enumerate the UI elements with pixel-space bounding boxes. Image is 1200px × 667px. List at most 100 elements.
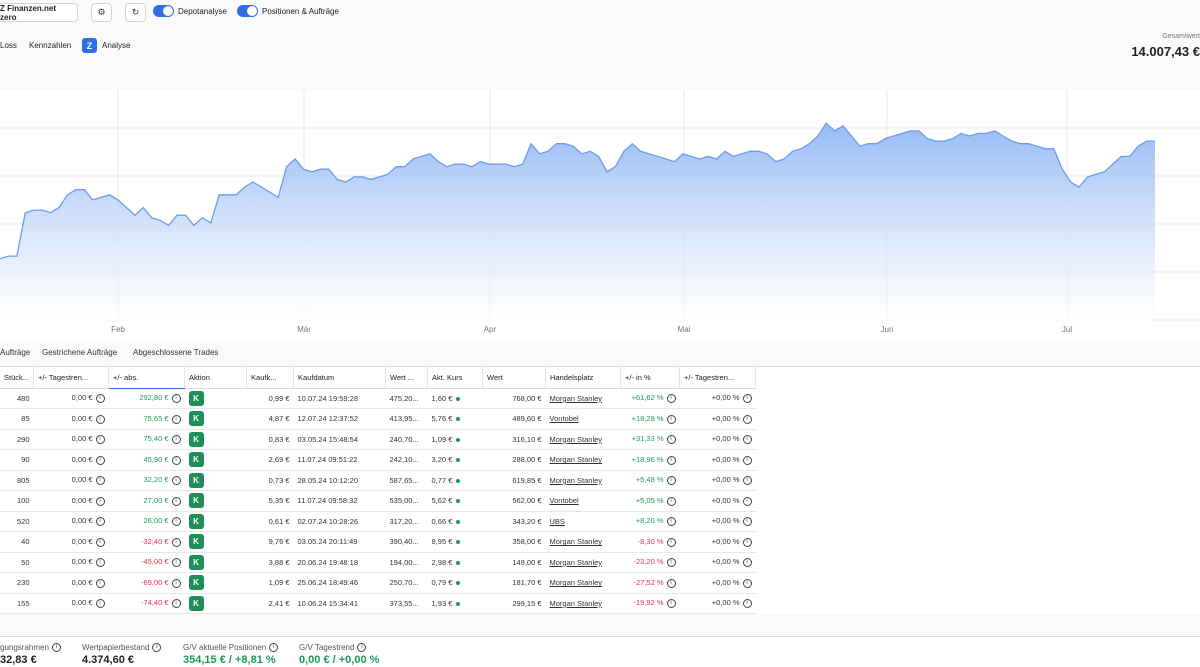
buy-button[interactable]: K [188, 513, 204, 529]
venue-link[interactable]: Morgan Stanley [550, 537, 603, 546]
table-row[interactable]: 155 0,00 € i -74,40 € i K 2,41 €10.06.24 15:34… [0, 593, 756, 614]
venue-link[interactable]: UBS [550, 517, 565, 526]
col-header-venue[interactable]: Handelsplatz [545, 367, 622, 389]
depotanalyse-toggle[interactable]: Depotanalyse [153, 5, 227, 17]
table-row[interactable]: 480 0,00 € i 292,80 € i K 0,99 €10.07.24 19:59… [0, 388, 756, 409]
refresh-button[interactable]: ↻ [125, 3, 146, 22]
account-selector-button[interactable]: Z Finanzen.net zero [0, 3, 78, 22]
col-header-qty[interactable]: Stück... [0, 367, 35, 389]
info-icon[interactable]: i [95, 394, 105, 403]
col-header-wert[interactable]: Wert [482, 367, 547, 389]
buy-button[interactable]: K [188, 472, 204, 488]
info-icon[interactable]: i [666, 435, 676, 444]
info-icon[interactable]: i [742, 558, 752, 567]
info-icon[interactable]: i [742, 599, 752, 608]
tab-loss[interactable]: Loss [0, 41, 17, 50]
info-icon[interactable]: i [95, 537, 105, 547]
toggle-switch[interactable] [153, 5, 174, 17]
table-row[interactable]: 805 0,00 € i 32,20 € i K 0,73 €28.05.24 10:12:… [0, 470, 756, 491]
venue-link[interactable]: Morgan Stanley [550, 558, 603, 567]
info-icon[interactable]: i [171, 496, 181, 506]
info-icon[interactable]: i [742, 435, 752, 444]
venue-link[interactable]: Vontobel [550, 496, 579, 505]
info-icon[interactable]: i [95, 578, 105, 588]
info-icon[interactable]: i [171, 394, 181, 403]
tab-abgeschlossene-trades[interactable]: Abgeschlossene Trades [133, 348, 218, 357]
venue-link[interactable]: Vontobel [550, 414, 579, 423]
info-icon[interactable]: i [95, 476, 105, 485]
info-icon[interactable]: i [171, 537, 181, 547]
buy-button[interactable]: K [188, 493, 204, 509]
info-icon[interactable]: i [171, 517, 181, 526]
info-icon[interactable]: i [666, 558, 676, 567]
col-header-buy[interactable]: Kaufk... [246, 367, 295, 389]
col-header-action[interactable]: Aktion [184, 367, 248, 389]
info-icon[interactable]: i [742, 455, 752, 465]
buy-button[interactable]: K [188, 431, 204, 447]
info-icon[interactable]: i [742, 496, 752, 506]
info-icon[interactable]: i [171, 476, 181, 485]
table-row[interactable]: 85 0,00 € i 75,65 € i K 4,87 €12.07.24 12:37:5… [0, 408, 756, 430]
info-icon[interactable]: i [171, 599, 181, 608]
buy-button[interactable]: K [188, 452, 204, 468]
info-icon[interactable]: i [666, 476, 676, 485]
info-icon[interactable]: i [742, 517, 752, 526]
buy-button[interactable]: K [188, 554, 204, 570]
venue-link[interactable]: Morgan Stanley [550, 578, 603, 587]
settings-button[interactable]: ⚙ [91, 3, 112, 22]
info-icon[interactable]: i [666, 537, 676, 547]
info-icon[interactable]: i [666, 599, 676, 608]
col-header-date[interactable]: Kaufdatum [293, 367, 387, 389]
info-icon[interactable]: i [95, 517, 105, 526]
venue-link[interactable]: Morgan Stanley [550, 599, 603, 608]
analyse-icon[interactable]: Z [82, 38, 97, 53]
info-icon[interactable]: i [666, 414, 676, 424]
buy-button[interactable]: K [188, 595, 204, 611]
info-icon[interactable]: i [95, 599, 105, 608]
toggle-switch[interactable] [237, 5, 258, 17]
info-icon[interactable]: i [742, 476, 752, 485]
info-icon[interactable]: i [666, 455, 676, 465]
info-icon[interactable]: i [357, 643, 367, 652]
info-icon[interactable]: i [666, 517, 676, 526]
col-header-kurs[interactable]: Akt. Kurs [427, 367, 484, 389]
info-icon[interactable]: i [742, 578, 752, 588]
info-icon[interactable]: i [666, 394, 676, 403]
col-header-abs[interactable]: +/- abs. [108, 367, 186, 389]
table-row[interactable]: 40 0,00 € i -32,40 € i K 9,76 €03.05.24 20:11:… [0, 531, 756, 553]
venue-link[interactable]: Morgan Stanley [550, 394, 603, 403]
tab-gestrichene-auftraege[interactable]: Gestrichene Aufträge [42, 348, 117, 357]
info-icon[interactable]: i [171, 558, 181, 567]
info-icon[interactable]: i [742, 414, 752, 424]
info-icon[interactable]: i [95, 496, 105, 506]
table-row[interactable]: 50 0,00 € i -45,00 € i K 3,88 €20.06.24 19:48:… [0, 552, 756, 573]
info-icon[interactable]: i [742, 394, 752, 403]
col-header-wert1[interactable]: Wert ... [385, 367, 429, 389]
info-icon[interactable]: i [269, 643, 279, 652]
venue-link[interactable]: Morgan Stanley [550, 455, 603, 464]
info-icon[interactable]: i [152, 643, 162, 652]
tab-kennzahlen[interactable]: Kennzahlen [29, 41, 71, 50]
venue-link[interactable]: Morgan Stanley [550, 435, 603, 444]
table-row[interactable]: 520 0,00 € i 26,00 € i K 0,61 €02.07.24 10:28:… [0, 511, 756, 532]
info-icon[interactable]: i [666, 496, 676, 506]
info-icon[interactable]: i [51, 643, 61, 652]
col-header-daypct[interactable]: +/- Tagestren... [679, 367, 757, 389]
table-row[interactable]: 100 0,00 € i 27,00 € i K 5,35 €11.07.24 09:58:… [0, 490, 756, 512]
info-icon[interactable]: i [742, 537, 752, 547]
info-icon[interactable]: i [95, 414, 105, 424]
buy-button[interactable]: K [188, 390, 204, 406]
col-header-day[interactable]: +/- Tagestren... [33, 367, 110, 389]
info-icon[interactable]: i [95, 455, 105, 465]
info-icon[interactable]: i [171, 455, 181, 465]
info-icon[interactable]: i [95, 558, 105, 567]
table-row[interactable]: 90 0,00 € i 45,90 € i K 2,69 €11.07.24 09:51:2… [0, 449, 756, 471]
info-icon[interactable]: i [171, 435, 181, 444]
info-icon[interactable]: i [171, 578, 181, 588]
table-row[interactable]: 230 0,00 € i -69,00 € i K 1,09 €25.06.24 18:49… [0, 572, 756, 594]
tab-analyse[interactable]: Analyse [102, 41, 130, 50]
positionen-toggle[interactable]: Positionen & Aufträge [237, 5, 339, 17]
venue-link[interactable]: Morgan Stanley [550, 476, 603, 485]
table-row[interactable]: 290 0,00 € i 75,40 € i K 0,83 €03.05.24 15:48:… [0, 429, 756, 450]
info-icon[interactable]: i [95, 435, 105, 444]
